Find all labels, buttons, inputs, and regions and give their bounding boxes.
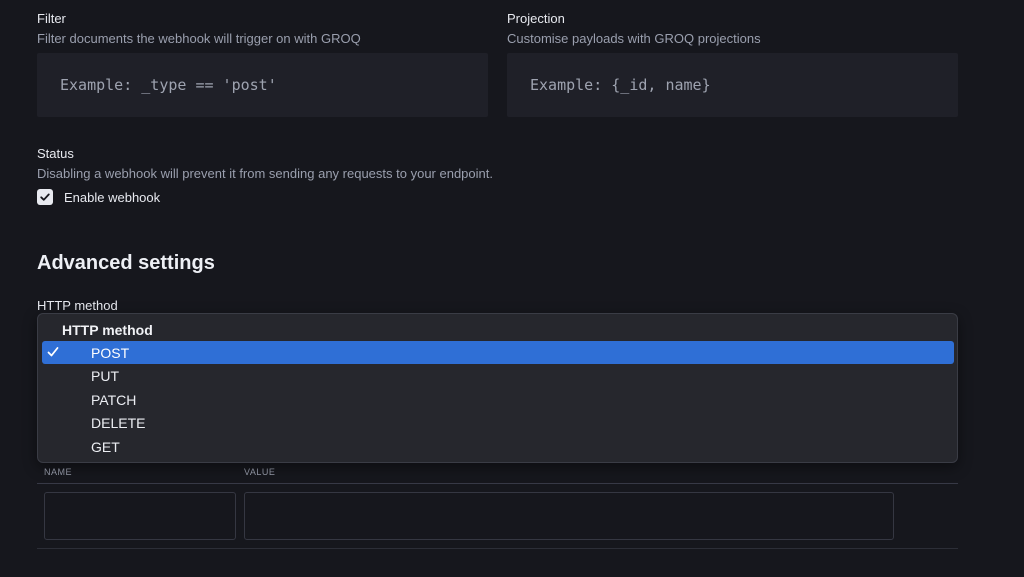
projection-description: Customise payloads with GROQ projections: [507, 31, 761, 46]
http-method-dropdown[interactable]: HTTP method POST PUT PATCH DELETE GET: [37, 313, 958, 463]
dropdown-option-put[interactable]: PUT: [42, 364, 954, 387]
dropdown-option-post[interactable]: POST: [42, 341, 954, 364]
filter-input[interactable]: Example: _type == 'post': [37, 53, 488, 117]
column-header-value: VALUE: [244, 467, 276, 477]
advanced-settings-title: Advanced settings: [37, 252, 215, 274]
projection-placeholder: Example: {_id, name}: [530, 76, 711, 94]
selected-check-icon: [47, 347, 59, 357]
projection-input[interactable]: Example: {_id, name}: [507, 53, 958, 117]
projection-label: Projection: [507, 11, 565, 26]
enable-webhook-label[interactable]: Enable webhook: [64, 190, 160, 205]
enable-webhook-checkbox[interactable]: [37, 189, 53, 205]
status-description: Disabling a webhook will prevent it from…: [37, 166, 493, 181]
dropdown-option-label: DELETE: [91, 414, 146, 431]
dropdown-option-patch[interactable]: PATCH: [42, 388, 954, 411]
dropdown-option-label: PUT: [91, 367, 119, 384]
webhook-settings-page: Filter Filter documents the webhook will…: [0, 0, 1024, 577]
filter-label: Filter: [37, 11, 66, 26]
status-label: Status: [37, 146, 74, 161]
dropdown-option-delete[interactable]: DELETE: [42, 411, 954, 434]
dropdown-option-label: PATCH: [91, 391, 137, 408]
filter-placeholder: Example: _type == 'post': [60, 76, 277, 94]
http-method-label: HTTP method: [37, 298, 118, 313]
filter-description: Filter documents the webhook will trigge…: [37, 31, 361, 46]
dropdown-option-label: GET: [91, 438, 120, 455]
dropdown-option-label: POST: [91, 344, 130, 361]
header-name-input[interactable]: [44, 492, 236, 540]
table-header-divider: [37, 483, 958, 484]
dropdown-header: HTTP method: [62, 322, 153, 338]
column-header-name: NAME: [44, 467, 73, 477]
dropdown-option-get[interactable]: GET: [42, 435, 954, 458]
checkmark-icon: [40, 193, 50, 201]
header-value-input[interactable]: [244, 492, 894, 540]
table-bottom-divider: [37, 548, 958, 549]
